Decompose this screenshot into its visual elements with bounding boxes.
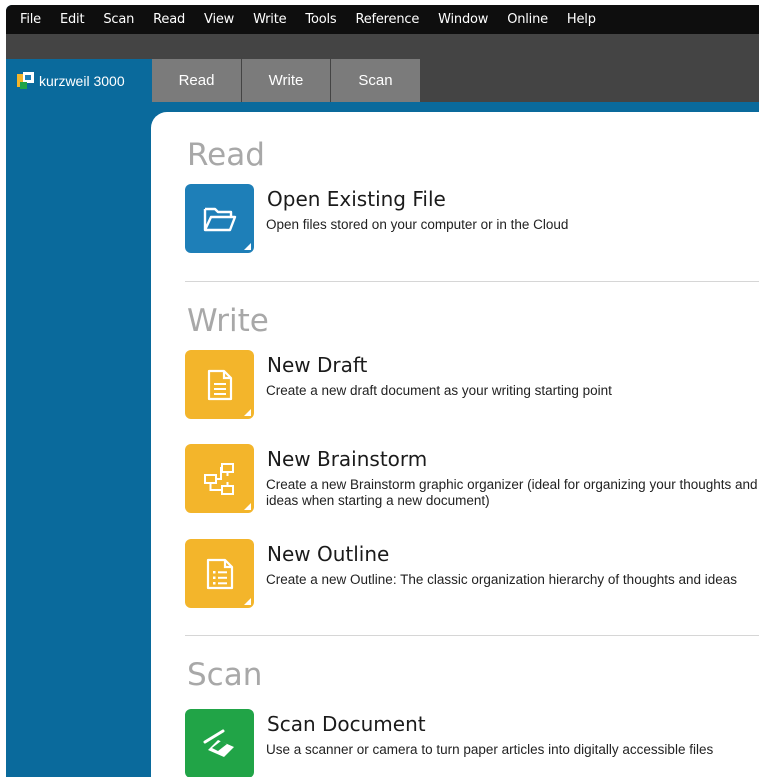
menu-help[interactable]: Help [567, 12, 596, 27]
menu-online[interactable]: Online [507, 12, 548, 27]
tile-corner-mark [244, 598, 251, 605]
item-title: New Draft [267, 353, 368, 377]
open-existing-file-item[interactable]: Open Existing File Open files stored on … [185, 184, 759, 254]
tab-write[interactable]: Write [242, 59, 330, 102]
item-description: Create a new draft document as your writ… [266, 383, 612, 398]
divider [185, 635, 759, 636]
item-description: Use a scanner or camera to turn paper ar… [266, 742, 714, 757]
new-draft-tile[interactable] [185, 350, 254, 419]
section-heading-read: Read [187, 137, 265, 173]
menu-read[interactable]: Read [153, 12, 185, 27]
menu-edit[interactable]: Edit [60, 12, 85, 27]
app-window: File Edit Scan Read View Write Tools Ref… [6, 5, 759, 777]
new-outline-tile[interactable] [185, 539, 254, 608]
item-title: Scan Document [267, 712, 426, 736]
new-brainstorm-item[interactable]: New Brainstorm Create a new Brainstorm g… [185, 444, 759, 514]
section-heading-scan: Scan [187, 657, 263, 693]
divider [185, 281, 759, 282]
home-tab[interactable]: kurzweil 3000 [6, 59, 152, 102]
item-description: Create a new Outline: The classic organi… [266, 572, 738, 587]
new-draft-item[interactable]: New Draft Create a new draft document as… [185, 350, 759, 420]
brainstorm-icon [203, 462, 234, 495]
new-brainstorm-tile[interactable] [185, 444, 254, 513]
tile-corner-mark [244, 243, 251, 250]
scan-document-tile[interactable] [185, 709, 254, 777]
menu-file[interactable]: File [20, 12, 41, 27]
tile-corner-mark [244, 409, 251, 416]
item-title: New Brainstorm [267, 447, 428, 471]
document-icon [207, 369, 232, 400]
tab-bar: kurzweil 3000 Read Write Scan [6, 59, 759, 102]
menu-reference[interactable]: Reference [355, 12, 419, 27]
item-description: Create a new Brainstorm graphic organize… [266, 477, 758, 508]
open-file-tile[interactable] [185, 184, 254, 253]
menu-tools[interactable]: Tools [305, 12, 336, 27]
logo-text: kurzweil 3000 [39, 72, 125, 89]
menu-scan[interactable]: Scan [103, 12, 134, 27]
item-description: Open files stored on your computer or in… [266, 217, 569, 232]
scan-document-item[interactable]: Scan Document Use a scanner or camera to… [185, 709, 759, 777]
item-title: Open Existing File [267, 187, 446, 211]
tile-corner-mark [244, 503, 251, 510]
tab-read[interactable]: Read [152, 59, 241, 102]
new-outline-item[interactable]: New Outline Create a new Outline: The cl… [185, 539, 759, 609]
start-panel: Read Open Existing File Open files store… [151, 112, 759, 777]
menu-window[interactable]: Window [438, 12, 488, 27]
item-title: New Outline [267, 542, 390, 566]
menu-write[interactable]: Write [253, 12, 287, 27]
section-heading-write: Write [187, 303, 269, 339]
tab-scan[interactable]: Scan [331, 59, 420, 102]
folder-icon [203, 207, 236, 231]
toolbar-strip [6, 34, 759, 59]
scanner-icon [203, 729, 234, 757]
kurzweil-logo-icon [17, 72, 34, 89]
menu-bar: File Edit Scan Read View Write Tools Ref… [6, 5, 759, 34]
menu-view[interactable]: View [204, 12, 234, 27]
outline-icon [206, 558, 233, 589]
